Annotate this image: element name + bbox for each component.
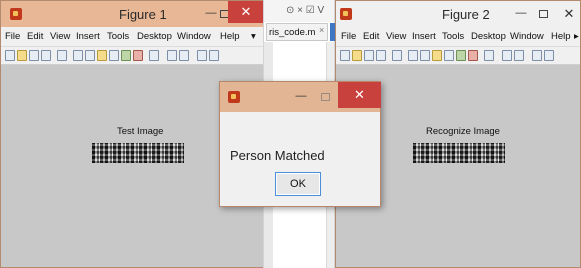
close-button[interactable]: ✕ <box>228 1 263 23</box>
menu-window[interactable]: Window <box>177 31 211 42</box>
figure2-title: Figure 2 <box>442 7 490 22</box>
minimize-button[interactable]: — <box>510 4 532 23</box>
menu-help[interactable]: Help <box>220 31 240 42</box>
menu-file[interactable]: File <box>341 31 356 42</box>
dialog-message: Person Matched <box>230 148 325 163</box>
matlab-icon <box>10 8 22 20</box>
menu-edit[interactable]: Edit <box>363 31 379 42</box>
figure1-toolbar <box>1 47 263 65</box>
pan-icon[interactable] <box>432 50 442 61</box>
menu-window[interactable]: Window <box>510 31 544 42</box>
minimize-button[interactable]: — <box>290 87 312 106</box>
maximize-icon <box>320 93 330 101</box>
editor-toolbar[interactable]: ⊙ × ☑ V <box>264 0 334 22</box>
menu-more-icon[interactable]: ▸ <box>574 31 579 42</box>
colorbar-icon[interactable] <box>502 50 512 61</box>
ok-button[interactable]: OK <box>275 172 321 196</box>
data-cursor-icon[interactable] <box>456 50 466 61</box>
figure1-menubar: File Edit View Insert Tools Desktop Wind… <box>1 27 263 47</box>
recognized-iris-image <box>413 143 505 163</box>
new-figure-icon[interactable] <box>5 50 15 61</box>
menu-insert[interactable]: Insert <box>76 31 100 42</box>
figure2-titlebar[interactable]: Figure 2 — ✕ <box>336 1 580 27</box>
menu-view[interactable]: View <box>386 31 406 42</box>
zoom-in-icon[interactable] <box>73 50 83 61</box>
show-tools-icon[interactable] <box>209 50 219 61</box>
link-icon[interactable] <box>484 50 494 61</box>
menu-file[interactable]: File <box>5 31 20 42</box>
test-image-label: Test Image <box>117 126 164 137</box>
pan-icon[interactable] <box>97 50 107 61</box>
hide-tools-icon[interactable] <box>532 50 542 61</box>
menu-more-icon[interactable]: ▾ <box>251 31 256 42</box>
figure1-title: Figure 1 <box>119 7 167 22</box>
legend-icon[interactable] <box>514 50 524 61</box>
maximize-button[interactable] <box>532 4 554 23</box>
data-cursor-icon[interactable] <box>121 50 131 61</box>
menu-tools[interactable]: Tools <box>442 31 464 42</box>
print-icon[interactable] <box>41 50 51 61</box>
menu-help[interactable]: Help <box>551 31 571 42</box>
brush-icon[interactable] <box>468 50 478 61</box>
close-button[interactable]: ✕ <box>558 4 580 23</box>
menu-desktop[interactable]: Desktop <box>471 31 506 42</box>
figure2-toolbar <box>336 47 580 65</box>
recognize-image-label: Recognize Image <box>426 126 500 137</box>
show-tools-icon[interactable] <box>544 50 554 61</box>
colorbar-icon[interactable] <box>167 50 177 61</box>
menu-desktop[interactable]: Desktop <box>137 31 172 42</box>
rotate-icon[interactable] <box>444 50 454 61</box>
open-file-icon[interactable] <box>352 50 362 61</box>
zoom-out-icon[interactable] <box>420 50 430 61</box>
legend-icon[interactable] <box>179 50 189 61</box>
save-icon[interactable] <box>364 50 374 61</box>
zoom-in-icon[interactable] <box>408 50 418 61</box>
editor-tab-label: ris_code.m <box>269 27 316 38</box>
hide-tools-icon[interactable] <box>197 50 207 61</box>
maximize-icon <box>538 10 548 18</box>
menu-insert[interactable]: Insert <box>412 31 436 42</box>
rotate-icon[interactable] <box>109 50 119 61</box>
open-file-icon[interactable] <box>17 50 27 61</box>
editor-tab-iris-code[interactable]: ris_code.m × <box>266 23 328 41</box>
dialog-titlebar[interactable]: — ✕ <box>220 82 381 112</box>
matlab-icon <box>228 91 240 103</box>
link-icon[interactable] <box>149 50 159 61</box>
zoom-out-icon[interactable] <box>85 50 95 61</box>
maximize-button[interactable] <box>314 87 336 106</box>
edit-plot-icon[interactable] <box>392 50 402 61</box>
save-icon[interactable] <box>29 50 39 61</box>
tab-close-icon[interactable]: × <box>319 25 324 35</box>
menu-edit[interactable]: Edit <box>27 31 43 42</box>
figure2-menubar: File Edit View Insert Tools Desktop Wind… <box>336 27 580 47</box>
new-figure-icon[interactable] <box>340 50 350 61</box>
figure1-titlebar[interactable]: Figure 1 — ✕ <box>1 1 263 27</box>
menu-view[interactable]: View <box>50 31 70 42</box>
edit-plot-icon[interactable] <box>57 50 67 61</box>
matlab-icon <box>340 8 352 20</box>
brush-icon[interactable] <box>133 50 143 61</box>
print-icon[interactable] <box>376 50 386 61</box>
menu-tools[interactable]: Tools <box>107 31 129 42</box>
close-button[interactable]: ✕ <box>338 82 381 108</box>
test-iris-image <box>92 143 184 163</box>
message-dialog: — ✕ Person Matched OK <box>219 81 381 207</box>
